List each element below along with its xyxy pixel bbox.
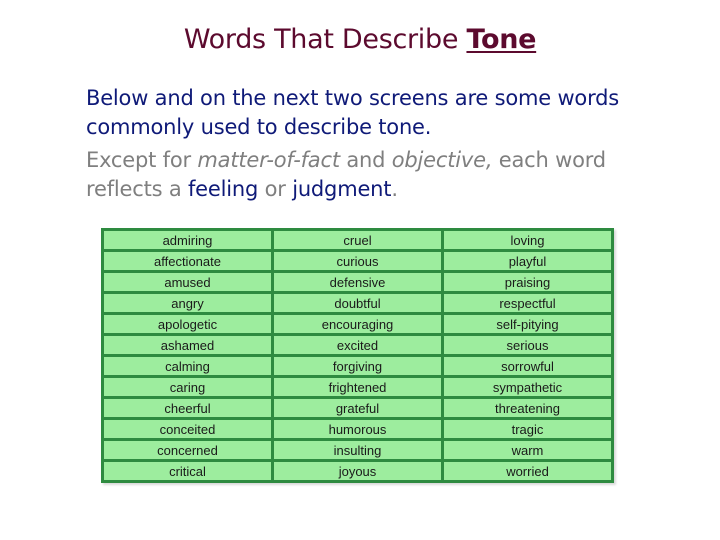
word-cell: loving [441,228,614,252]
note-italic-term: objective, [391,148,493,172]
word-cell: amused [101,270,274,294]
title-emphasis: Tone [466,24,537,55]
word-cell: apologetic [101,312,274,336]
page-title: Words That Describe Tone [0,24,720,55]
table-row: ashamed excited serious [101,333,614,357]
table-row: concerned insulting warm [101,438,614,462]
word-cell: cruel [271,228,444,252]
title-prefix: Words That Describe [183,24,467,55]
word-cell: tragic [441,417,614,441]
tone-words-table: admiring cruel loving affectionate curious pl… [101,228,614,483]
word-cell: humorous [271,417,444,441]
word-cell: praising [441,270,614,294]
word-cell: threatening [441,396,614,420]
note-text: or [258,177,293,201]
table-row: calming forgiving sorrowful [101,354,614,378]
word-cell: critical [101,459,274,483]
word-cell: conceited [101,417,274,441]
table-row: critical joyous worried [101,459,614,483]
note-text: and [339,148,392,172]
word-cell: sympathetic [441,375,614,399]
table-row: admiring cruel loving [101,228,614,252]
word-cell: warm [441,438,614,462]
word-cell: grateful [271,396,444,420]
word-cell: sorrowful [441,354,614,378]
table-row: conceited humorous tragic [101,417,614,441]
word-cell: joyous [271,459,444,483]
word-cell: worried [441,459,614,483]
word-cell: angry [101,291,274,315]
word-cell: forgiving [271,354,444,378]
note-italic-term: matter-of-fact [197,148,340,172]
word-cell: defensive [271,270,444,294]
word-cell: ashamed [101,333,274,357]
table-row: amused defensive praising [101,270,614,294]
word-cell: serious [441,333,614,357]
word-cell: affectionate [101,249,274,273]
word-cell: excited [271,333,444,357]
table-row: apologetic encouraging self-pitying [101,312,614,336]
word-cell: caring [101,375,274,399]
note-highlight: judgment [292,177,392,201]
word-cell: insulting [271,438,444,462]
word-cell: doubtful [271,291,444,315]
word-cell: calming [101,354,274,378]
table-row: caring frightened sympathetic [101,375,614,399]
word-cell: respectful [441,291,614,315]
word-cell: encouraging [271,312,444,336]
note-text: Except for [86,148,198,172]
word-cell: cheerful [101,396,274,420]
table-row: affectionate curious playful [101,249,614,273]
table-row: angry doubtful respectful [101,291,614,315]
note-highlight: feeling [187,177,259,201]
intro-paragraph: Below and on the next two screens are so… [86,86,620,139]
word-cell: curious [271,249,444,273]
word-cell: admiring [101,228,274,252]
table-row: cheerful grateful threatening [101,396,614,420]
word-cell: frightened [271,375,444,399]
note-paragraph: Except for matter-of-fact and objective,… [86,146,686,204]
tone-words-table-body: admiring cruel loving affectionate curious pl… [101,228,614,483]
word-cell: playful [441,249,614,273]
word-cell: self-pitying [441,312,614,336]
word-cell: concerned [101,438,274,462]
note-text: . [391,177,398,201]
